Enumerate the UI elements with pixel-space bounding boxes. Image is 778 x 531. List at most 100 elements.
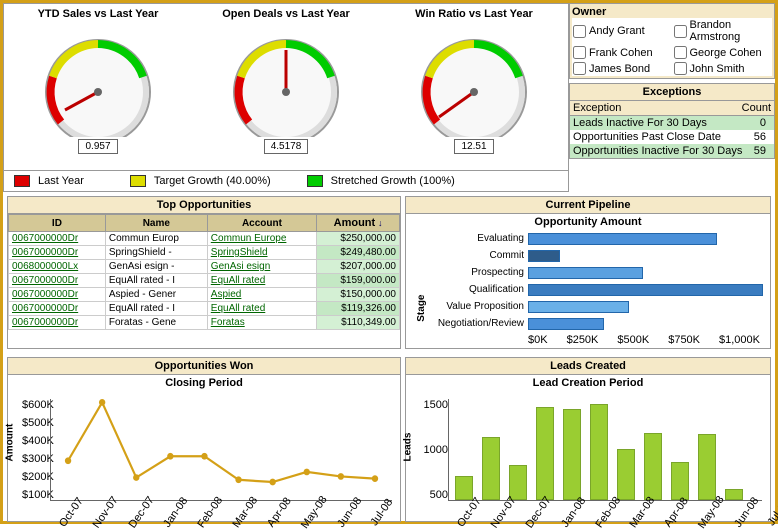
panel-header: Opportunities Won — [8, 358, 400, 375]
table-row: 0068000000LxGenAsi esign -GenAsi esign$2… — [9, 260, 400, 274]
owner-checkbox-item[interactable]: James Bond — [572, 61, 672, 76]
exception-count: 56 — [746, 130, 774, 144]
chart-subtitle: Lead Creation Period — [406, 375, 770, 391]
opp-amount: $250,000.00 — [317, 232, 400, 246]
opp-id-link[interactable]: 0067000000Dr — [9, 246, 106, 260]
stage-label: Negotiation/Review — [418, 318, 528, 329]
axis-tick: $500K — [22, 417, 50, 429]
gauge-value: 4.5178 — [264, 139, 309, 154]
leads-bar — [482, 437, 500, 500]
gauge-win-ratio: Win Ratio vs Last Year 12.51 — [380, 4, 568, 170]
opp-account-link[interactable]: EquAll rated — [207, 302, 316, 316]
exception-row[interactable]: Opportunities Inactive For 30 Days59 — [570, 144, 774, 158]
gauge-title: YTD Sales vs Last Year — [38, 8, 159, 20]
opp-id-link[interactable]: 0067000000Dr — [9, 232, 106, 246]
opp-id-link[interactable]: 0067000000Dr — [9, 316, 106, 330]
col-amount[interactable]: Amount ↓ — [317, 215, 400, 232]
opp-name: GenAsi esign - — [105, 260, 207, 274]
chart-subtitle: Closing Period — [8, 375, 400, 391]
owner-checkbox[interactable] — [674, 25, 687, 38]
owner-checkbox-item[interactable]: John Smith — [673, 61, 773, 76]
pipeline-bar-row: Commit — [418, 247, 770, 264]
pipeline-bar-row: Prospecting — [418, 264, 770, 281]
gauge-dial-icon — [399, 22, 549, 137]
panel-header: Current Pipeline — [406, 197, 770, 214]
owner-checkbox[interactable] — [674, 46, 687, 59]
leads-bar — [536, 407, 554, 500]
leads-bar — [671, 462, 689, 500]
pipeline-bar — [528, 267, 643, 279]
top-opportunities-panel: Top Opportunities ID Name Account Amount… — [7, 196, 401, 349]
opp-account-link[interactable]: EquAll rated — [207, 274, 316, 288]
opp-account-link[interactable]: Foratas — [207, 316, 316, 330]
stage-label: Commit — [418, 250, 528, 261]
pipeline-bar — [528, 301, 629, 313]
table-row: 0067000000DrEquAll rated - IEquAll rated… — [9, 302, 400, 316]
exception-label: Opportunities Inactive For 30 Days — [570, 144, 746, 158]
current-pipeline-panel: Current Pipeline Opportunity Amount Stag… — [405, 196, 771, 349]
opp-account-link[interactable]: Commun Europe — [207, 232, 316, 246]
axis-tick: $300K — [22, 453, 50, 465]
opp-amount: $249,480.00 — [317, 246, 400, 260]
col-id[interactable]: ID — [9, 215, 106, 232]
pipeline-bar-row: Value Proposition — [418, 298, 770, 315]
leads-bar — [644, 433, 662, 500]
pipeline-ylabel: Stage — [416, 295, 427, 322]
leads-bar — [725, 489, 743, 500]
owner-checkbox[interactable] — [573, 46, 586, 59]
owner-checkbox[interactable] — [674, 62, 687, 75]
opp-account-link[interactable]: SpringShield — [207, 246, 316, 260]
opp-id-link[interactable]: 0067000000Dr — [9, 302, 106, 316]
owner-name: George Cohen — [690, 47, 762, 59]
axis-tick: $1,000K — [719, 334, 760, 346]
axis-tick: $250K — [567, 334, 599, 346]
owner-checkbox-item[interactable]: Andy Grant — [572, 18, 672, 44]
axis-tick: Jul-08 — [368, 497, 395, 528]
opp-name: Foratas - Gene — [105, 316, 207, 330]
opp-id-link[interactable]: 0067000000Dr — [9, 288, 106, 302]
leads-bar — [590, 404, 608, 500]
axis-tick: $600K — [22, 399, 50, 411]
leads-created-panel: Leads Created Lead Creation Period Leads… — [405, 357, 771, 522]
y-axis-label: Amount — [5, 424, 16, 462]
axis-tick: $500K — [617, 334, 649, 346]
pipeline-bar-row: Negotiation/Review — [418, 315, 770, 332]
opportunities-table: ID Name Account Amount ↓ 0067000000DrCom… — [8, 214, 400, 330]
axis-tick: $400K — [22, 435, 50, 447]
pipeline-subtitle: Opportunity Amount — [406, 214, 770, 230]
axis-tick: $0K — [528, 334, 548, 346]
opp-id-link[interactable]: 0067000000Dr — [9, 274, 106, 288]
gauge-open-deals: Open Deals vs Last Year 4.5178 — [192, 4, 380, 170]
legend-swatch-yellow — [130, 175, 146, 187]
panel-header: Leads Created — [406, 358, 770, 375]
owner-checkbox[interactable] — [573, 25, 586, 38]
owner-checkbox-item[interactable]: George Cohen — [673, 45, 773, 60]
owner-checkbox[interactable] — [573, 62, 586, 75]
opp-account-link[interactable]: Aspied — [207, 288, 316, 302]
opp-name: EquAll rated - I — [105, 274, 207, 288]
exception-label: Opportunities Past Close Date — [570, 130, 746, 144]
owner-checkbox-item[interactable]: Frank Cohen — [572, 45, 672, 60]
opp-amount: $119,326.00 — [317, 302, 400, 316]
col-name[interactable]: Name — [105, 215, 207, 232]
pipeline-bar — [528, 250, 560, 262]
exception-count: 0 — [752, 116, 774, 130]
exception-row[interactable]: Leads Inactive For 30 Days0 — [570, 116, 774, 130]
opp-name: Commun Europ — [105, 232, 207, 246]
opp-name: Aspied - Gener — [105, 288, 207, 302]
opp-id-link[interactable]: 0068000000Lx — [9, 260, 106, 274]
axis-tick: 1500 — [420, 399, 448, 411]
exceptions-header: Exceptions — [570, 84, 774, 100]
owner-checkbox-item[interactable]: Brandon Armstrong — [673, 18, 773, 44]
opp-account-link[interactable]: GenAsi esign — [207, 260, 316, 274]
panel-header: Top Opportunities — [8, 197, 400, 214]
legend-last-year: Last Year — [38, 175, 84, 187]
gauge-value: 12.51 — [454, 139, 493, 154]
table-row: 0067000000DrEquAll rated - IEquAll rated… — [9, 274, 400, 288]
sort-desc-icon: ↓ — [378, 218, 383, 228]
stage-label: Qualification — [418, 284, 528, 295]
gauge-title: Win Ratio vs Last Year — [415, 8, 533, 20]
exception-row[interactable]: Opportunities Past Close Date56 — [570, 130, 774, 144]
col-account[interactable]: Account — [207, 215, 316, 232]
axis-tick: 500 — [420, 489, 448, 501]
